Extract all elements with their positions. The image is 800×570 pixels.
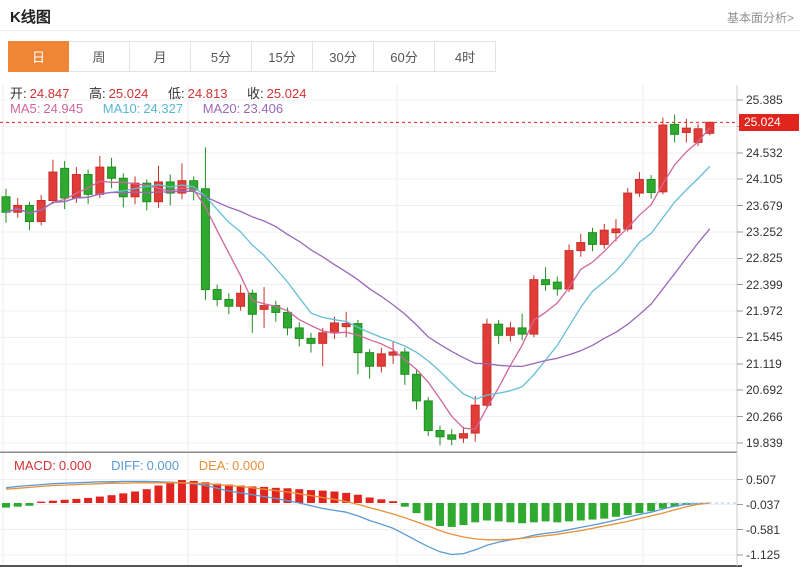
price-axis-label: 22.825 [746, 251, 783, 265]
ma-legend: MA5:24.945 MA10:24.327 MA20:23.406 [10, 101, 286, 116]
macd-value: 0.000 [59, 458, 92, 473]
ma20-label: MA20: [203, 101, 241, 116]
ma10-value: 24.327 [143, 101, 183, 116]
high-label: 高: [89, 86, 106, 101]
ma20-value: 23.406 [243, 101, 283, 116]
ohlc-legend: 开:24.847 高:25.024 低:24.813 收:25.024 [10, 83, 309, 102]
high-value: 25.024 [109, 86, 149, 101]
tab-day[interactable]: 日 [8, 41, 69, 72]
close-label: 收: [247, 86, 264, 101]
tab-week[interactable]: 周 [69, 41, 130, 72]
price-axis-label: 22.399 [746, 278, 783, 292]
tab-month[interactable]: 月 [130, 41, 191, 72]
tab-60min[interactable]: 60分 [374, 41, 435, 72]
price-axis-label: 19.839 [746, 436, 783, 450]
kline-page: K线图 基本面分析> 日周月5分15分30分60分4时 开:24.847 高:2… [0, 0, 800, 570]
macd-legend: MACD:0.000 DIFF:0.000 DEA:0.000 [14, 458, 268, 473]
price-axis-label: 23.252 [746, 225, 783, 239]
price-axis-label: 20.692 [746, 383, 783, 397]
low-label: 低: [168, 86, 185, 101]
fundamental-analysis-link[interactable]: 基本面分析> [727, 9, 794, 26]
price-axis-label: 25.385 [746, 93, 783, 107]
tab-15min[interactable]: 15分 [252, 41, 313, 72]
macd-axis-label: -0.581 [746, 523, 780, 537]
open-label: 开: [10, 86, 27, 101]
page-header: K线图 基本面分析> [0, 0, 800, 31]
timeframe-tabs: 日周月5分15分30分60分4时 [8, 41, 496, 72]
low-value: 24.813 [188, 86, 228, 101]
macd-axis-label: -0.037 [746, 498, 780, 512]
price-axis-label: 24.532 [746, 146, 783, 160]
diff-label: DIFF: [111, 458, 144, 473]
macd-axis-label: -1.125 [746, 548, 780, 562]
price-axis-label: 23.679 [746, 199, 783, 213]
price-axis-label: 24.105 [746, 172, 783, 186]
macd-axis-label: 0.507 [746, 473, 776, 487]
ma5-value: 24.945 [43, 101, 83, 116]
price-axis-label: 21.545 [746, 330, 783, 344]
price-axis-label: 20.266 [746, 410, 783, 424]
tab-5min[interactable]: 5分 [191, 41, 252, 72]
ma5-label: MA5: [10, 101, 40, 116]
dea-label: DEA: [199, 458, 229, 473]
close-value: 25.024 [267, 86, 307, 101]
price-axis-label: 21.119 [746, 357, 782, 371]
macd-label: MACD: [14, 458, 56, 473]
open-value: 24.847 [30, 86, 70, 101]
diff-value: 0.000 [147, 458, 180, 473]
tab-4hour[interactable]: 4时 [435, 41, 496, 72]
tab-30min[interactable]: 30分 [313, 41, 374, 72]
current-price-tag: 25.024 [739, 114, 799, 131]
page-title: K线图 [10, 6, 51, 27]
ma10-label: MA10: [103, 101, 141, 116]
dea-value: 0.000 [232, 458, 265, 473]
price-axis-label: 21.972 [746, 304, 783, 318]
